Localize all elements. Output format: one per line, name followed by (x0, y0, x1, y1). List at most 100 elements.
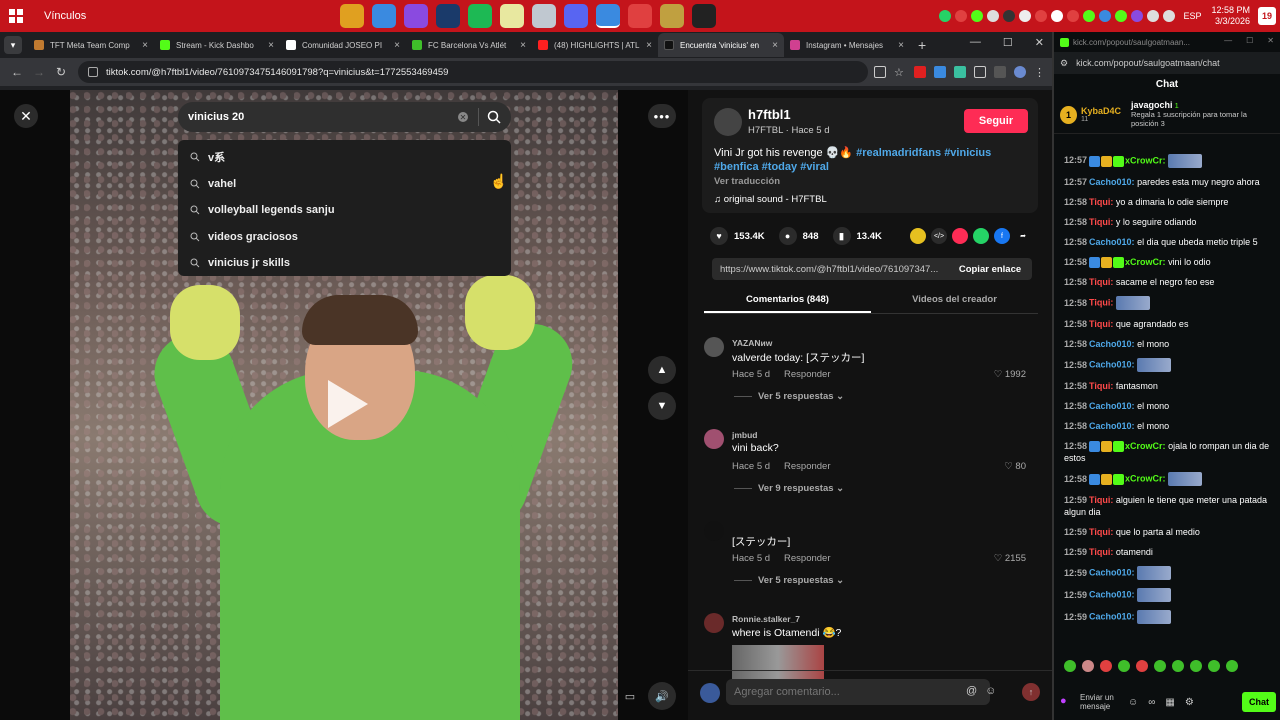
comment-button[interactable]: ● 848 (778, 227, 819, 245)
message-username[interactable]: Cacho010: (1089, 590, 1135, 600)
tab-barcelona[interactable]: FC Barcelona Vs Atlét × (406, 33, 532, 57)
translate-link[interactable]: Ver traducción (714, 176, 780, 187)
minimize-icon[interactable]: — (970, 36, 981, 49)
settings-gear-icon[interactable]: ⚙ (1185, 697, 1194, 708)
tray-icon[interactable] (971, 10, 984, 22)
reading-list-icon[interactable] (994, 66, 1006, 78)
view-replies-button[interactable]: Ver 5 respuestas ⌄ (734, 575, 844, 586)
like-button[interactable]: ♥ 153.4K (710, 227, 765, 245)
app-icon[interactable] (532, 4, 556, 28)
message-username[interactable]: Cacho010: (1089, 612, 1135, 622)
author-name[interactable]: h7ftbl1 (748, 107, 791, 122)
profile-avatar[interactable] (1014, 66, 1026, 78)
emote-icon[interactable] (1190, 660, 1202, 672)
close-icon[interactable]: ✕ (14, 104, 38, 128)
suggestion-item[interactable]: videos graciosos (178, 224, 511, 251)
facebook-icon[interactable]: f (994, 228, 1010, 244)
send-icon[interactable] (952, 228, 968, 244)
tab-tiktok[interactable]: Encuentra 'vinicius' en × (658, 33, 784, 57)
message-username[interactable]: Tiqui: (1089, 527, 1113, 537)
file-explorer-icon[interactable] (340, 4, 364, 28)
tray-icon[interactable] (1067, 10, 1080, 22)
tab-tft[interactable]: TFT Meta Team Comp × (28, 33, 154, 57)
mic-icon[interactable]: ● (1060, 695, 1074, 709)
emote-icon[interactable] (1208, 660, 1220, 672)
message-username[interactable]: xCrowCr: (1125, 441, 1166, 451)
new-tab-button[interactable]: + (918, 37, 926, 53)
copy-link-button[interactable]: Copiar enlace (948, 264, 1032, 275)
tray-icon[interactable] (1019, 10, 1032, 22)
reply-button[interactable]: Responder (784, 553, 830, 564)
wifi-icon[interactable] (1147, 10, 1160, 22)
maximize-icon[interactable]: ☐ (1003, 36, 1013, 49)
tab-close-icon[interactable]: × (772, 40, 778, 51)
tray-icon[interactable] (987, 10, 1000, 22)
send-chat-button[interactable]: Chat (1242, 692, 1276, 712)
emote-icon[interactable] (1172, 660, 1184, 672)
extension-icon[interactable] (914, 66, 926, 78)
message-username[interactable]: Tiqui: (1089, 495, 1113, 505)
chrome-active-icon[interactable] (596, 4, 620, 28)
commenter-name[interactable]: Ronnie.stalker_7 (732, 614, 800, 624)
message-username[interactable]: Cacho010: (1089, 237, 1135, 247)
gift-icon[interactable]: ▦ (1165, 697, 1174, 708)
message-username[interactable]: Tiqui: (1089, 319, 1113, 329)
author-avatar[interactable] (714, 108, 742, 136)
notes-icon[interactable] (500, 4, 524, 28)
bookmark-star-icon[interactable]: ☆ (894, 66, 906, 79)
suggestion-item[interactable]: volleyball legends sanju (178, 197, 511, 224)
suggestion-item[interactable]: vinicius jr skills (178, 250, 511, 277)
embed-icon[interactable]: </> (931, 228, 947, 244)
commenter-avatar[interactable] (704, 429, 724, 449)
tab-close-icon[interactable]: × (394, 40, 400, 51)
message-username[interactable]: Tiqui: (1089, 217, 1113, 227)
suggestion-item[interactable]: v系 (178, 144, 511, 171)
forward-icon[interactable]: → (28, 65, 50, 79)
emote-icon[interactable] (1136, 660, 1148, 672)
previous-video-icon[interactable]: ▲ (648, 356, 676, 384)
extensions-puzzle-icon[interactable] (974, 66, 986, 78)
tab-x-community[interactable]: Comunidad JOSEO PI × (280, 33, 406, 57)
windows-logo-icon[interactable] (0, 0, 32, 32)
emote-icon[interactable] (1064, 660, 1076, 672)
share-arrow-icon[interactable]: ➦ (1015, 228, 1031, 244)
tab-instagram[interactable]: Instagram • Mensajes × (784, 33, 910, 57)
message-username[interactable]: Cacho010: (1089, 568, 1135, 578)
follow-button[interactable]: Seguir (964, 109, 1028, 133)
reload-icon[interactable]: ↻ (50, 65, 72, 79)
site-info-icon[interactable]: ⚙ (1060, 58, 1068, 69)
comment-like-button[interactable]: ♡ 2155 (994, 553, 1026, 564)
mention-icon[interactable]: @ (966, 685, 977, 697)
post-comment-button[interactable]: ↑ (1022, 683, 1040, 701)
whatsapp-icon[interactable] (939, 10, 952, 22)
close-window-icon[interactable]: ✕ (1267, 36, 1274, 45)
emote-icon[interactable] (1082, 660, 1094, 672)
tray-icon[interactable] (1003, 10, 1016, 22)
whatsapp-icon[interactable] (973, 228, 989, 244)
comment-like-button[interactable]: ♡ 80 (1004, 461, 1026, 472)
back-icon[interactable]: ← (6, 65, 28, 79)
my-avatar[interactable] (700, 683, 720, 703)
comment-like-button[interactable]: ♡ 1992 (994, 369, 1026, 380)
emote-icon[interactable] (1154, 660, 1166, 672)
sound-link[interactable]: ♫ original sound - H7FTBL (714, 194, 827, 205)
discord-icon[interactable] (564, 4, 588, 28)
message-username[interactable]: Cacho010: (1089, 177, 1135, 187)
obs-icon[interactable] (692, 4, 716, 28)
steam-icon[interactable] (436, 4, 460, 28)
channel-points-icon[interactable]: ∞ (1148, 697, 1155, 708)
message-username[interactable]: Cacho010: (1089, 339, 1135, 349)
message-username[interactable]: xCrowCr: (1125, 474, 1166, 484)
tray-icon[interactable] (1083, 10, 1096, 22)
view-replies-button[interactable]: Ver 9 respuestas ⌄ (734, 483, 844, 494)
gift-prompt[interactable]: javagochi 1 Regala 1 suscripción para to… (1131, 101, 1274, 129)
repost-icon[interactable] (910, 228, 926, 244)
message-username[interactable]: xCrowCr: (1125, 257, 1166, 267)
tray-icon[interactable] (1035, 10, 1048, 22)
emote-icon[interactable] (1118, 660, 1130, 672)
suggestion-item[interactable]: vahel (178, 171, 511, 198)
top-gifter-name[interactable]: KybaD4C (1081, 106, 1121, 116)
message-username[interactable]: Cacho010: (1089, 401, 1135, 411)
clock[interactable]: 12:58 PM 3/3/2026 (1211, 5, 1250, 27)
message-username[interactable]: Tiqui: (1089, 197, 1113, 207)
